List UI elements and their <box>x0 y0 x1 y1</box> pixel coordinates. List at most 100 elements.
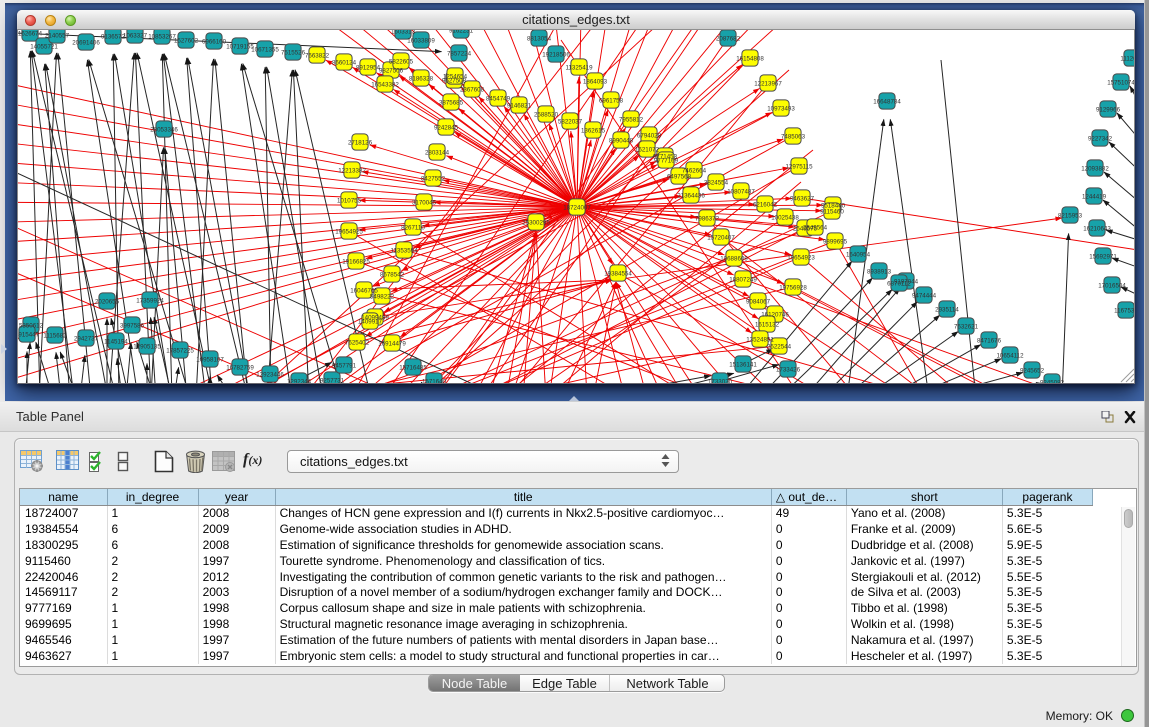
svg-text:2367608: 2367608 <box>460 86 485 93</box>
svg-text:6497568: 6497568 <box>667 173 692 180</box>
svg-text:9136572: 9136572 <box>101 33 126 40</box>
svg-text:5350612: 5350612 <box>19 322 44 329</box>
svg-text:7515526: 7515526 <box>281 49 306 56</box>
svg-text:5822037: 5822037 <box>558 118 583 125</box>
svg-text:10719155: 10719155 <box>226 43 254 50</box>
svg-text:13524851: 13524851 <box>746 336 774 343</box>
svg-text:9084067: 9084067 <box>746 298 771 305</box>
svg-text:12213382: 12213382 <box>338 167 366 174</box>
svg-text:10671355: 10671355 <box>251 46 279 53</box>
svg-text:8186328: 8186328 <box>409 75 434 82</box>
svg-text:1640954: 1640954 <box>846 251 871 258</box>
svg-text:16914479: 16914479 <box>378 340 406 347</box>
svg-text:7857224: 7857224 <box>447 50 472 57</box>
svg-text:8813054: 8813054 <box>527 35 552 42</box>
svg-text:1733426: 1733426 <box>776 366 801 373</box>
svg-text:10688609: 10688609 <box>720 255 748 262</box>
svg-text:19218506: 19218506 <box>542 51 570 58</box>
svg-text:9474444: 9474444 <box>912 292 937 299</box>
svg-text:15751074: 15751074 <box>1107 79 1135 86</box>
svg-text:9457791: 9457791 <box>332 362 357 369</box>
svg-text:8912954: 8912954 <box>356 64 381 71</box>
svg-text:6216042: 6216042 <box>753 201 778 208</box>
svg-text:1626674: 1626674 <box>18 30 43 37</box>
svg-text:6961758: 6961758 <box>599 97 624 104</box>
svg-text:1362615: 1362615 <box>581 127 606 134</box>
svg-text:12213967: 12213967 <box>754 80 782 87</box>
svg-text:2935114: 2935114 <box>935 306 959 313</box>
svg-text:1864093: 1864093 <box>583 78 608 85</box>
svg-text:17016504: 17016504 <box>1098 282 1126 289</box>
svg-text:1063327: 1063327 <box>123 32 148 39</box>
svg-text:9227342: 9227342 <box>1088 135 1113 142</box>
svg-text:2140557: 2140557 <box>45 32 70 39</box>
svg-text:7663822: 7663822 <box>305 52 330 59</box>
svg-text:3915447: 3915447 <box>18 331 40 338</box>
svg-text:10973493: 10973493 <box>767 105 795 112</box>
svg-text:11325419: 11325419 <box>565 64 593 71</box>
svg-text:7625402: 7625402 <box>345 339 370 346</box>
svg-text:2522544: 2522544 <box>767 343 792 350</box>
svg-text:1527602: 1527602 <box>174 37 199 44</box>
svg-text:20691406: 20691406 <box>72 39 100 46</box>
svg-text:7986372: 7986372 <box>695 215 720 222</box>
svg-text:15716485: 15716485 <box>399 364 427 371</box>
svg-text:9245652: 9245652 <box>1020 367 1045 374</box>
svg-text:6870112: 6870112 <box>887 280 911 287</box>
svg-text:2718126: 2718126 <box>348 139 373 146</box>
svg-text:8427552: 8427552 <box>421 175 446 182</box>
svg-text:5822605: 5822605 <box>389 58 414 65</box>
svg-text:3170045: 3170045 <box>412 199 437 206</box>
svg-text:5498222: 5498222 <box>370 293 395 300</box>
svg-text:10654112: 10654112 <box>996 352 1024 359</box>
svg-text:1254654: 1254654 <box>443 73 468 80</box>
svg-text:19384554: 19384554 <box>604 270 632 277</box>
svg-text:12905135: 12905135 <box>133 343 161 350</box>
svg-text:9242845: 9242845 <box>434 124 459 131</box>
svg-text:3997586: 3997586 <box>120 322 145 329</box>
svg-text:9129966: 9129966 <box>1096 106 1121 113</box>
svg-text:12975115: 12975115 <box>785 163 813 170</box>
svg-text:8660124: 8660124 <box>332 59 357 66</box>
svg-text:1010755: 1010755 <box>337 197 362 204</box>
svg-text:19166825: 19166825 <box>342 258 370 265</box>
svg-text:9115460: 9115460 <box>820 208 844 215</box>
svg-text:1112045: 1112045 <box>1120 55 1135 62</box>
svg-text:1621072: 1621072 <box>635 146 660 153</box>
svg-text:1409917: 1409917 <box>358 318 383 325</box>
svg-text:16210643: 16210643 <box>1083 225 1111 232</box>
svg-text:1615132: 1615132 <box>755 321 780 328</box>
svg-text:19756928: 19756928 <box>779 284 807 291</box>
svg-text:16154808: 16154808 <box>736 55 764 62</box>
svg-text:10025438: 10025438 <box>771 214 799 221</box>
svg-text:2942737: 2942737 <box>74 335 99 342</box>
svg-text:8454749: 8454749 <box>486 95 511 102</box>
svg-text:3875685: 3875685 <box>439 99 464 106</box>
svg-text:21364436: 21364436 <box>677 192 705 199</box>
svg-text:2549564: 2549564 <box>803 224 828 231</box>
svg-text:15692971: 15692971 <box>1089 253 1117 260</box>
svg-text:17359924: 17359924 <box>136 297 164 304</box>
svg-text:17857225: 17857225 <box>166 347 194 354</box>
svg-text:6966160: 6966160 <box>202 38 227 45</box>
svg-text:25300295: 25300295 <box>522 219 550 226</box>
svg-text:9777169: 9777169 <box>654 157 679 164</box>
svg-text:28053346: 28053346 <box>150 126 178 133</box>
svg-text:2087682: 2087682 <box>716 35 741 42</box>
svg-text:1145194: 1145194 <box>104 338 128 345</box>
svg-text:16543382: 16543382 <box>371 81 399 88</box>
svg-text:15136141: 15136141 <box>729 361 757 368</box>
svg-text:15720407: 15720407 <box>707 234 735 241</box>
svg-text:8938913: 8938913 <box>867 268 892 275</box>
svg-text:18807249: 18807249 <box>729 276 757 283</box>
svg-text:14055721: 14055721 <box>30 43 58 50</box>
svg-text:1292344: 1292344 <box>287 378 312 384</box>
svg-text:8678542: 8678542 <box>380 271 405 278</box>
svg-text:9162231: 9162231 <box>449 30 474 34</box>
svg-text:12093882: 12093882 <box>1081 165 1109 172</box>
svg-text:16648784: 16648784 <box>873 98 901 105</box>
svg-text:1115682: 1115682 <box>43 332 67 339</box>
svg-text:16120746: 16120746 <box>761 311 789 318</box>
svg-text:1603313: 1603313 <box>391 30 416 35</box>
svg-text:1733020: 1733020 <box>708 378 733 384</box>
